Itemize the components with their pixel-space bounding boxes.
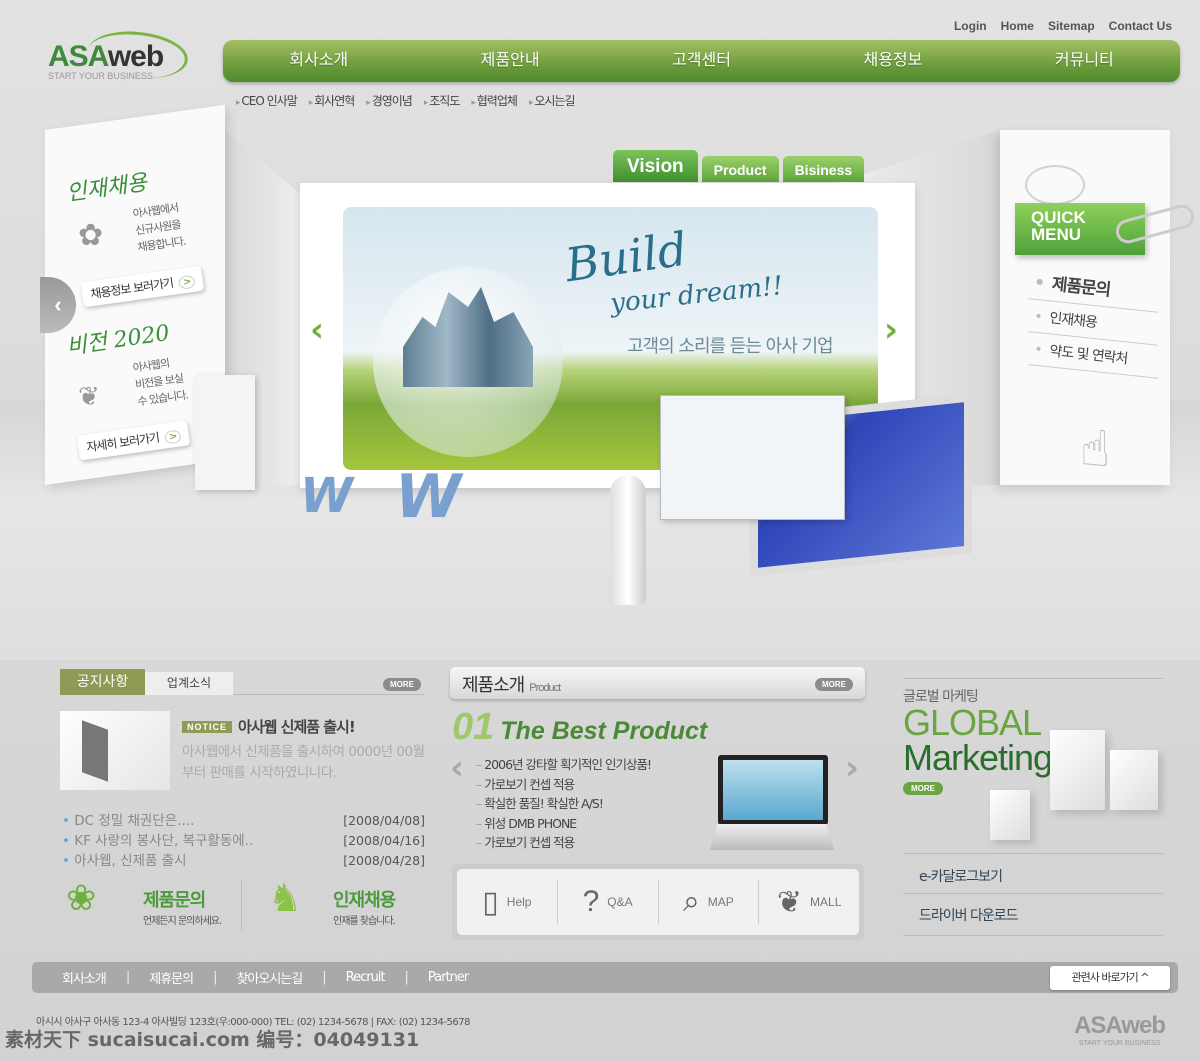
subnav-item[interactable]: 회사연혁 [309,92,355,109]
subnav-item[interactable]: 오시는길 [529,92,575,109]
notice-headline: NOTICE 아사웹 신제품 출시! [182,716,356,737]
recruit-cta[interactable]: 인재채용 인재를 찾습니다. [333,886,396,927]
product-header: 제품소개 Product MORE [450,667,865,699]
subnav-item[interactable]: 협력업체 [471,92,518,109]
watermark: 素材天下 sucaisucai.com 编号：04049131 [5,1029,420,1051]
footer-logo: ASAweb START YOUR BUSINESS [1074,1012,1166,1047]
footer-link[interactable]: 찾아오시는길 [236,968,303,987]
sub-nav: CEO 인사말 회사연혁 경영이념 조직도 협력업체 오시는길 [236,92,575,109]
footer-nav: 회사소개 | 제휴문의 | 찾아오시는길 | Recruit | Partner [32,962,1178,993]
divider [903,893,1163,894]
arrow-right-icon: > [164,429,182,445]
main-nav: 회사소개 제품안내 고객센터 채용정보 커뮤니티 [223,40,1180,82]
hero-tabs: Vision Product Bisiness [613,150,865,182]
divider [903,678,1163,679]
question-icon: ? [582,885,600,918]
nav-item[interactable]: 채용정보 [797,40,988,82]
browser-window-illustration [660,395,845,520]
nav-item[interactable]: 커뮤니티 [989,40,1180,82]
sitemap-link[interactable]: Sitemap [1048,19,1095,33]
notice-tabs: 공지사항 업계소식 MORE [60,669,425,695]
notice-more-button[interactable]: MORE [383,678,421,691]
tab-vision[interactable]: Vision [613,150,698,182]
driver-download-link[interactable]: 드라이버 다운로드 [903,905,1018,925]
product-next-arrow[interactable]: › [845,748,859,788]
building-illustration [195,375,255,490]
people-icon: ♞ [268,876,303,920]
related-sites-dropdown[interactable]: 관련사 바로가기 ^ [1050,966,1170,990]
subnav-item[interactable]: 조직도 [424,92,460,109]
help-button[interactable]: ▯ Help [457,880,558,924]
divider [903,853,1163,854]
footer-link[interactable]: Recruit [346,970,386,985]
subnav-item[interactable]: CEO 인사말 [236,92,297,109]
tab-product[interactable]: Product [701,156,779,182]
e-catalog-link[interactable]: e-카달로그보기 [903,866,1003,886]
product-headline: 01 The Best Product [452,706,708,748]
divider [903,935,1163,936]
product-inquiry-cta[interactable]: 제품문의 언제든지 문의하세요. [143,886,222,927]
footer-link[interactable]: 회사소개 [62,968,107,987]
banner-prev-arrow[interactable]: ‹ [310,310,324,350]
map-search-icon: ⌕ [682,885,700,918]
list-item: 아사웹, 신제품 출시[2008/04/28] [62,851,425,871]
cube-illustration [990,790,1030,840]
flower-icon: ✿ [78,218,104,253]
phone-icon: ▯ [482,885,499,919]
hero-slogan: 고객의 소리를 듣는 아사 기업 [627,336,834,357]
tab-notice[interactable]: 공지사항 [60,669,145,695]
qna-button[interactable]: ? Q&A [558,880,659,924]
notice-badge: NOTICE [182,720,233,733]
quick-menu-list: 제품문의 인재채용 약도 및 연락처 [1028,261,1162,379]
top-links: Login Home Sitemap Contact Us [954,19,1172,33]
notice-list: DC 정밀 채권단은....[2008/04/08] KF 사랑의 봉사단, 복… [62,811,425,871]
contact-link[interactable]: Contact Us [1109,19,1172,33]
notice-thumbnail[interactable] [60,711,170,790]
banner-next-arrow[interactable]: › [884,310,898,350]
tab-business[interactable]: Bisiness [782,156,865,182]
subnav-item[interactable]: 경영이념 [366,92,413,109]
divider [241,880,242,930]
home-link[interactable]: Home [1001,19,1034,33]
mall-button[interactable]: ❦ MALL [759,880,859,924]
postmark-icon [1025,165,1085,205]
logo[interactable]: ASAweb START YOUR BUSINESS [48,26,191,84]
nav-item[interactable]: 제품안내 [414,40,605,82]
footer-link[interactable]: 제휴문의 [149,968,194,987]
map-button[interactable]: ⌕ MAP [659,880,760,924]
list-item: KF 사랑의 봉사단, 복구활동에..[2008/04/16] [62,831,425,851]
product-features: 2006년 강타할 획기적인 인기상품! 가로보기 컨셉 적용 확실한 품질! … [476,755,652,853]
product-prev-arrow[interactable]: ‹ [450,748,464,788]
hands-sprout-icon: ❦ [78,382,100,412]
3d-person-illustration [610,475,646,605]
hands-sprout-icon: ❦ [776,885,803,919]
cube-illustration [1110,750,1158,810]
global-marketing-block[interactable]: 글로벌 마케팅 GLOBAL Marketing MORE [903,686,1053,795]
chevron-left-icon: ‹ [54,292,62,317]
footer-link[interactable]: Partner [428,970,469,985]
list-item: DC 정밀 채권단은....[2008/04/08] [62,811,425,831]
service-icons: ▯ Help ? Q&A ⌕ MAP ❦ MALL [452,864,864,940]
arrow-right-icon: > [178,274,196,290]
www-letter-illustration: W [395,462,462,532]
laptop-image[interactable] [718,755,828,825]
nav-item[interactable]: 회사소개 [223,40,414,82]
nav-item[interactable]: 고객센터 [606,40,797,82]
monitor-icon [82,720,108,782]
vision-text: 아사웹의 비전을 보실 수 있습니다. [131,356,189,409]
global-more-button[interactable]: MORE [903,782,943,795]
www-letter-illustration: W [300,468,353,524]
recruit-text: 아사웹에서 신규사원을 채용합니다. [131,201,187,255]
login-link[interactable]: Login [954,19,987,33]
cube-illustration [1050,730,1105,810]
product-more-button[interactable]: MORE [815,678,853,691]
laptop-base [710,824,834,850]
sprout-mail-icon: ❀ [66,878,97,919]
notice-body: 아사웹에서 신제품을 출시하여 0000년 00월 부터 판매를 시작하였니니다… [182,744,425,781]
tab-industry-news[interactable]: 업계소식 [145,672,233,695]
pointer-hand-icon: ☝ [1080,420,1111,478]
